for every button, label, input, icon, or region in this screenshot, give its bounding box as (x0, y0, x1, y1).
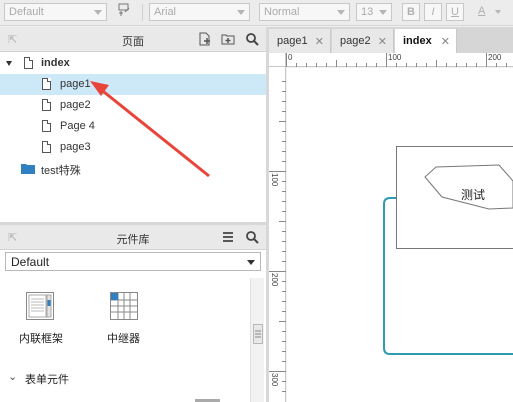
tree-item-label: Page 4 (60, 120, 95, 132)
search-icon[interactable] (245, 230, 259, 244)
tree-item-page3[interactable]: page3 (0, 137, 266, 158)
page-icon (42, 78, 51, 90)
font-family-select[interactable]: Arial (149, 3, 250, 21)
tree-item-label: index (41, 57, 70, 69)
tree-item-test-folder[interactable]: test特殊 (0, 158, 266, 179)
ruler-label: 300 (270, 373, 279, 387)
chevron-down-icon (94, 10, 102, 15)
shape-text: 测试 (461, 188, 486, 202)
tree-item-page2[interactable]: page2 (0, 95, 266, 116)
page-icon (42, 120, 51, 132)
chevron-down-icon (495, 10, 501, 14)
ruler-label: 100 (388, 53, 402, 62)
editor-tabs: page1 ✕ page2 ✕ index ✕ (269, 27, 513, 53)
library-select-value: Default (11, 255, 50, 269)
close-icon[interactable]: ✕ (441, 35, 450, 48)
ruler-label: 0 (288, 53, 293, 62)
folder-icon (21, 163, 35, 177)
tree-item-label: page2 (60, 99, 91, 111)
ruler-top: 0 100 200 (286, 53, 513, 67)
style-select-value: Default (9, 6, 44, 18)
repeater-icon[interactable] (110, 292, 138, 323)
chevron-down-icon (379, 10, 387, 15)
tab-page2[interactable]: page2 ✕ (332, 29, 394, 53)
chevron-down-icon (337, 10, 345, 15)
expand-arrow-icon[interactable] (6, 61, 12, 66)
library-select[interactable]: Default (5, 252, 261, 271)
tree-item-label: page1 (60, 78, 91, 90)
tree-item-label: test特殊 (41, 165, 81, 177)
font-weight-select[interactable]: Normal (259, 3, 350, 21)
page-icon (42, 99, 51, 111)
font-color-label: A (478, 5, 486, 17)
menu-icon[interactable] (221, 230, 235, 244)
underline-button[interactable]: U (446, 3, 464, 21)
tree-item-label: page3 (60, 141, 91, 153)
add-folder-icon[interactable] (221, 32, 235, 46)
page-icon (24, 57, 33, 69)
close-icon[interactable]: ✕ (315, 35, 324, 48)
tree-item-page1[interactable]: page1 (0, 74, 266, 95)
ruler-label: 200 (270, 273, 279, 287)
tab-label: page2 (340, 35, 371, 47)
font-size-value: 13 (361, 6, 374, 18)
tree-item-page-4[interactable]: Page 4 (0, 116, 266, 137)
tree-item-index[interactable]: index (0, 53, 266, 74)
chevron-down-icon (247, 260, 255, 265)
library-scrollbar[interactable] (250, 278, 264, 402)
library-section-label[interactable]: 表单元件 (25, 371, 69, 387)
tab-index[interactable]: index ✕ (395, 29, 457, 53)
library-item-label: 内联框架 (19, 333, 63, 345)
font-size-select[interactable]: 13 (356, 3, 392, 21)
chevron-down-icon (237, 10, 245, 15)
font-family-value: Arial (154, 6, 177, 18)
tab-label: page1 (277, 35, 308, 47)
italic-button[interactable]: I (424, 3, 442, 21)
font-weight-value: Normal (264, 6, 300, 18)
tab-page1[interactable]: page1 ✕ (269, 29, 331, 53)
ruler-corner (269, 53, 286, 67)
design-canvas[interactable]: 测试 (287, 68, 513, 402)
inline-frame-icon[interactable] (26, 292, 54, 323)
style-select[interactable]: Default (4, 3, 107, 21)
bold-button[interactable]: B (402, 3, 420, 21)
section-collapse-icon[interactable]: ⌄ (8, 370, 17, 383)
ruler-label: 200 (488, 53, 502, 62)
tab-label: index (403, 35, 432, 47)
pages-panel-header: ⇱ 页面 (0, 27, 266, 52)
add-page-icon[interactable] (198, 32, 212, 46)
ruler-label: 100 (270, 173, 279, 187)
ruler-left: 100 200 300 (269, 67, 286, 402)
scrollbar-thumb[interactable] (253, 324, 263, 344)
font-color-button[interactable]: A (475, 3, 505, 21)
search-icon[interactable] (245, 32, 259, 46)
page-icon (42, 141, 51, 153)
close-icon[interactable]: ✕ (378, 35, 387, 48)
format-painter-icon[interactable] (115, 3, 133, 21)
library-item-label: 中继器 (107, 333, 140, 345)
format-toolbar: Default Arial Normal 13 B I U A (0, 0, 513, 26)
library-panel-header: ⇱ 元件库 (0, 225, 266, 250)
